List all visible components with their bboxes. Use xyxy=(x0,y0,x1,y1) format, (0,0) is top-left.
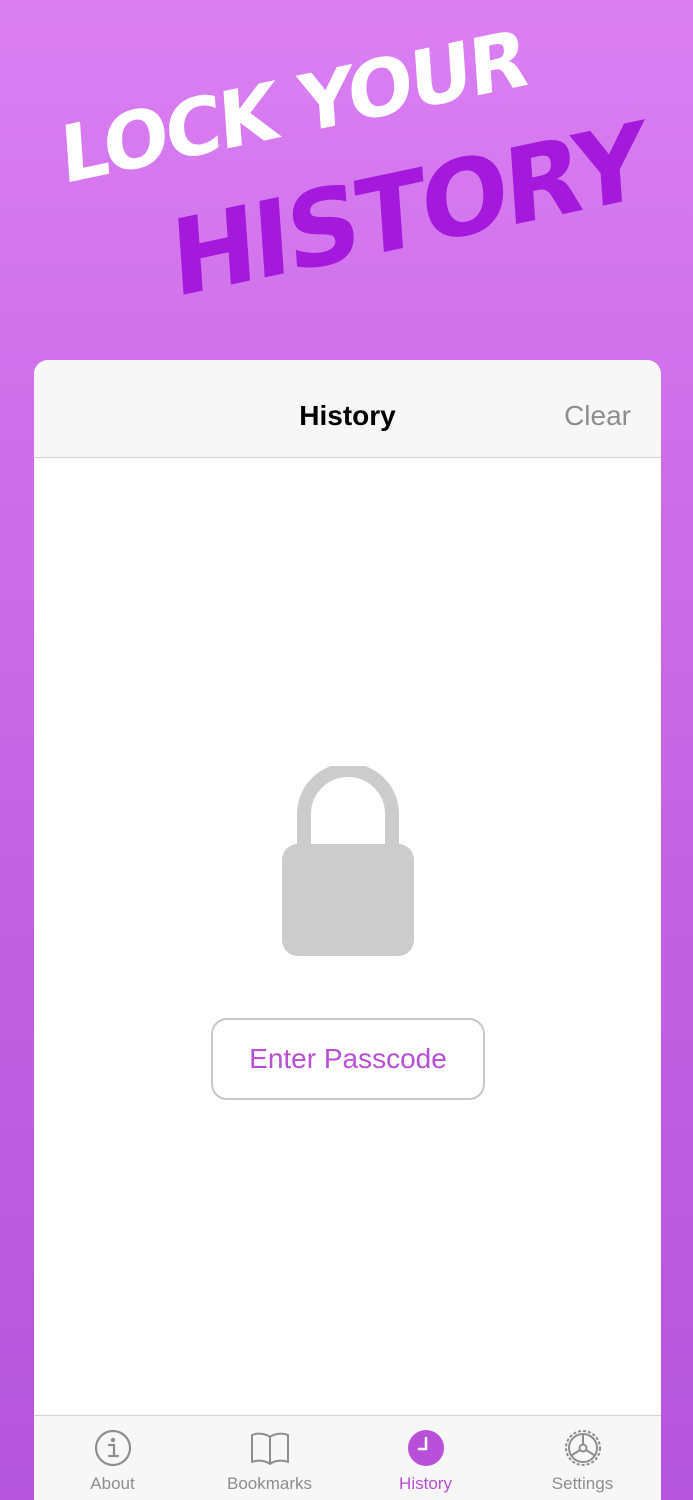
tab-label-settings: Settings xyxy=(551,1474,614,1493)
tab-history[interactable]: History xyxy=(347,1416,504,1500)
tab-label-history: History xyxy=(399,1474,452,1493)
info-icon xyxy=(94,1429,131,1467)
clear-button[interactable]: Clear xyxy=(564,402,631,430)
hero-banner: LOCK YOUR HISTORY xyxy=(0,0,693,340)
tab-settings[interactable]: Settings xyxy=(504,1416,661,1500)
tab-bookmarks[interactable]: Bookmarks xyxy=(191,1416,348,1500)
tab-label-bookmarks: Bookmarks xyxy=(226,1474,313,1493)
app-screen: History Clear Enter Passcode About Bookm… xyxy=(34,360,661,1500)
tab-label-about: About xyxy=(90,1474,135,1493)
lock-icon xyxy=(282,766,414,956)
navigation-bar: History Clear xyxy=(34,360,661,458)
tab-about[interactable]: About xyxy=(34,1416,191,1500)
book-icon xyxy=(250,1432,289,1465)
gear-icon xyxy=(564,1430,601,1466)
clock-icon xyxy=(407,1430,444,1466)
enter-passcode-button[interactable]: Enter Passcode xyxy=(211,1018,485,1100)
tab-bar: About Bookmarks History Settings xyxy=(34,1415,661,1500)
